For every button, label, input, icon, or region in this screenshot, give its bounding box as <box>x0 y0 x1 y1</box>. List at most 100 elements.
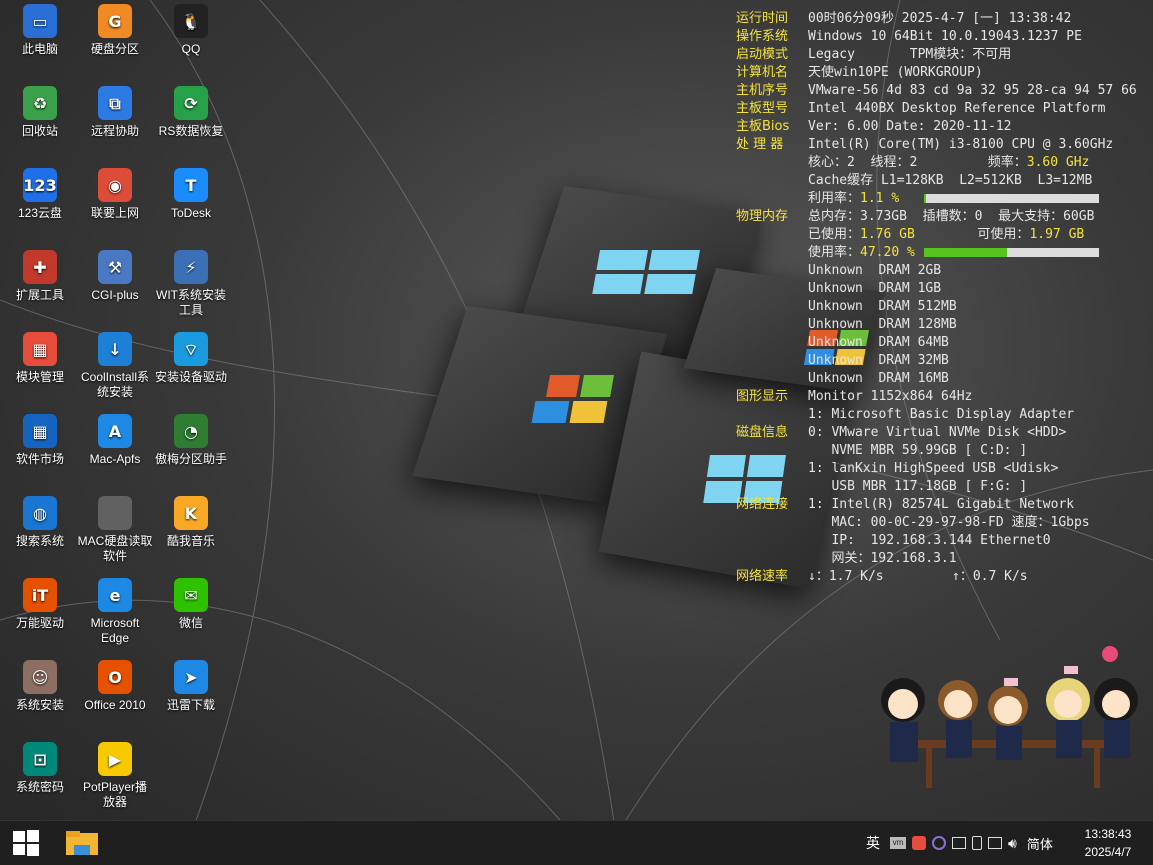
app-icon: e <box>98 578 132 612</box>
dimm-line: Unknown DRAM 32MB <box>808 353 949 368</box>
desktop-icon[interactable]: ⌔ 安装设备驱动 <box>153 332 229 385</box>
desktop-icon[interactable]: ⚒ CGI-plus <box>77 250 153 303</box>
desktop-icon[interactable]: iT 万能驱动 <box>2 578 78 631</box>
mem-label: 物理内存 <box>736 209 789 224</box>
computer-value: 天使win10PE (WORKGROUP) <box>808 65 983 80</box>
net-label: 网络连接 <box>736 497 789 512</box>
desktop-icon[interactable]: e Microsoft Edge <box>77 578 153 646</box>
app-icon: 123 <box>23 168 57 202</box>
desktop-icon[interactable]: ▶ PotPlayer播放器 <box>77 742 153 810</box>
desktop-icon-label: 远程协助 <box>90 124 139 138</box>
desktop-icon[interactable]: 123 123云盘 <box>2 168 78 221</box>
mem-usage-value: 47.20 % <box>860 245 915 260</box>
app-icon: ▦ <box>23 414 57 448</box>
desktop-icon-label: Microsoft Edge <box>90 616 140 645</box>
app-icon: ⧉ <box>98 86 132 120</box>
desktop-icon[interactable]: ⊡ 系统密码 <box>2 742 78 795</box>
desktop-icon[interactable]: ☺ 系统安装 <box>2 660 78 713</box>
app-icon: A <box>98 414 132 448</box>
desktop-icon[interactable]: ◍ 搜索系统 <box>2 496 78 549</box>
desktop-icon[interactable]: ♻ 回收站 <box>2 86 78 139</box>
desktop-icon-label: 联要上网 <box>90 206 139 220</box>
cpu-label: 处 理 器 <box>736 137 784 152</box>
app-icon: ↓ <box>98 332 132 366</box>
mem-used-text: 已使用： <box>808 227 861 242</box>
disk-line: USB MBR 117.18GB [ F:G: ] <box>808 479 1028 494</box>
desktop-icon[interactable]: ⟳ RS数据恢复 <box>153 86 229 139</box>
desktop-icon-label: WIT系统安装工具 <box>156 288 226 317</box>
cpu-usage-text: 利用率： <box>808 191 861 206</box>
cpu-usage-value: 1.1 % <box>860 191 900 206</box>
app-icon: 🐧 <box>174 4 208 38</box>
app-icon: T <box>174 168 208 202</box>
desktop-icon-label: 微信 <box>178 616 203 630</box>
desktop-icon-label: 搜索系统 <box>15 534 64 548</box>
desktop-icon[interactable]: O Office 2010 <box>77 660 153 713</box>
desktop-icon[interactable]: ⚡ WIT系统安装工具 <box>153 250 229 318</box>
ime-indicator[interactable]: 英 <box>866 833 880 853</box>
taskbar-clock[interactable]: 13:38:43 2025/4/7 <box>1076 825 1140 861</box>
disk-line: NVME MBR 59.99GB [ C:D: ] <box>808 443 1028 458</box>
desktop-icon[interactable]: ◔ 傲梅分区助手 <box>153 414 229 467</box>
board-label: 主板型号 <box>736 101 789 116</box>
dimm-line: Unknown DRAM 2GB <box>808 263 942 278</box>
anime-characters-decoration <box>881 646 1138 788</box>
app-icon: ⚡ <box>174 250 208 284</box>
desktop-icon-label: 软件市场 <box>15 452 64 466</box>
desktop-icon[interactable]: 🐧 QQ <box>153 4 229 57</box>
clock-time: 13:38:43 <box>1084 827 1132 841</box>
app-icon: ➤ <box>174 660 208 694</box>
system-tray: 英 vm 🔊︎ 简体 <box>866 821 1053 865</box>
net-down-speed: ↓：1.7 K/s <box>808 569 884 584</box>
desktop-icon-label: RS数据恢复 <box>158 124 224 138</box>
volume-icon[interactable]: 🔊︎ <box>1008 835 1017 852</box>
mem-total: 总内存：3.73GB 插槽数：0 最大支持：60GB <box>808 209 1095 224</box>
taskbar: 英 vm 🔊︎ 简体 13:38:43 2025/4/7 <box>0 820 1153 865</box>
mem-usage-bar <box>924 248 1100 257</box>
desktop-icon[interactable]: ⧉ 远程协助 <box>77 86 153 139</box>
mem-usage-text: 使用率： <box>808 245 861 260</box>
tray-screen-icon[interactable] <box>952 837 966 849</box>
app-icon: ◔ <box>174 414 208 448</box>
desktop-icon[interactable]: ▦ 软件市场 <box>2 414 78 467</box>
desktop-icon[interactable]: ✉ 微信 <box>153 578 229 631</box>
tray-app-icon[interactable] <box>912 836 926 850</box>
desktop-icon-label: Mac-Apfs <box>89 452 141 466</box>
net-line: 1: Intel(R) 82574L Gigabit Network <box>808 497 1075 512</box>
usb-device-icon[interactable] <box>972 836 982 850</box>
desktop-icon[interactable]: ➤ 迅雷下载 <box>153 660 229 713</box>
mem-used-value: 1.76 GB <box>860 227 915 242</box>
desktop-icon-label: 傲梅分区助手 <box>154 452 227 466</box>
desktop-icon-label: 万能驱动 <box>15 616 64 630</box>
clock-date: 2025/4/7 <box>1084 845 1132 859</box>
language-indicator[interactable]: 简体 <box>1027 834 1053 853</box>
desktop-icon[interactable]: ✚ 扩展工具 <box>2 250 78 303</box>
disk-label: 磁盘信息 <box>736 425 789 440</box>
desktop-icon[interactable]: ◉ 联要上网 <box>77 168 153 221</box>
desktop-icon[interactable]: ▭ 此电脑 <box>2 4 78 57</box>
desktop-icon[interactable]: T ToDesk <box>153 168 229 221</box>
app-icon: ⟳ <box>174 86 208 120</box>
desktop-icon-label: ToDesk <box>170 206 211 220</box>
desktop-icon-label: 系统密码 <box>15 780 64 794</box>
speed-label: 网络速率 <box>736 569 789 584</box>
windows-start-icon[interactable] <box>12 829 40 857</box>
network-icon[interactable] <box>988 837 1002 849</box>
desktop-icon[interactable]: G 硬盘分区 <box>77 4 153 57</box>
file-explorer-icon[interactable] <box>64 827 100 859</box>
desktop-icon[interactable]: MAC硬盘读取软件 <box>77 496 153 564</box>
cpu-freq: 3.60 GHz <box>1026 155 1090 170</box>
mem-avail-value: 1.97 GB <box>1029 227 1085 242</box>
gpu-line: 1: Microsoft Basic Display Adapter <box>808 407 1075 422</box>
app-icon: G <box>98 4 132 38</box>
serial-value: VMware-56 4d 83 cd 9a 32 95 28-ca 94 57 … <box>808 83 1137 98</box>
desktop-icon[interactable]: A Mac-Apfs <box>77 414 153 467</box>
desktop-icon[interactable]: K 酷我音乐 <box>153 496 229 549</box>
desktop-icon[interactable]: ↓ CoolInstall系统安装 <box>77 332 153 400</box>
vmware-tools-icon[interactable]: vm <box>890 837 906 849</box>
app-icon: ⊡ <box>23 742 57 776</box>
desktop-icon[interactable]: ▦ 模块管理 <box>2 332 78 385</box>
tray-util-icon[interactable] <box>932 836 946 850</box>
dimm-line: Unknown DRAM 512MB <box>808 299 957 314</box>
desktop-icon-label: 回收站 <box>21 124 58 138</box>
